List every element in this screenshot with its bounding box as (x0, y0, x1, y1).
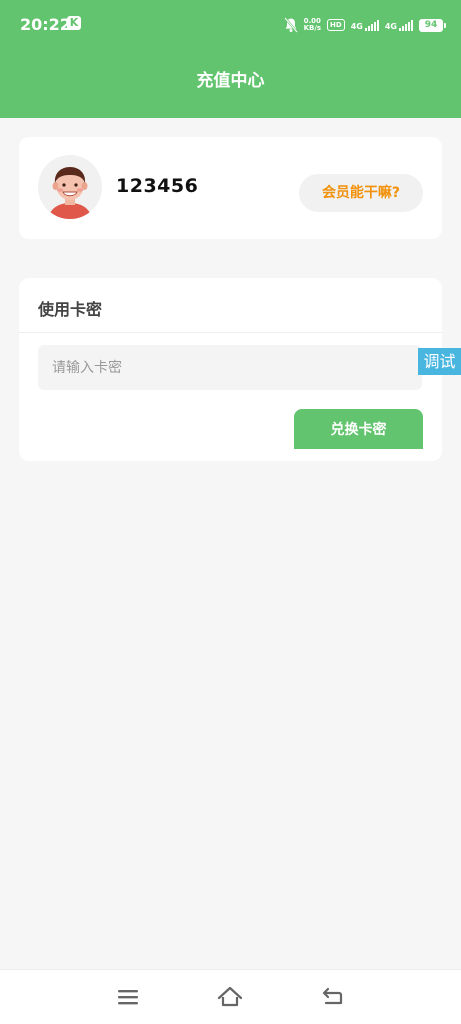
redeem-card: 使用卡密 兑换卡密 (19, 278, 442, 461)
back-icon[interactable] (320, 984, 346, 1010)
card-code-input[interactable] (38, 345, 422, 390)
sim1-signal: 4G (351, 19, 379, 31)
battery-icon: 94 (419, 18, 446, 32)
status-bar: 20:22 K 0.00 KB/s HD 4G 4G 94 (0, 0, 461, 50)
vip-benefits-button[interactable]: 会员能干嘛? (299, 174, 423, 212)
profile-card: 123456 会员能干嘛? (19, 137, 442, 239)
app-notification-icon: K (67, 16, 81, 30)
sim2-label: 4G (384, 22, 397, 31)
redeem-card-title: 使用卡密 (38, 300, 103, 319)
speed-unit: KB/s (303, 24, 322, 32)
divider (19, 332, 442, 333)
username: 123456 (116, 175, 199, 197)
signal-bars-icon (364, 19, 379, 31)
home-icon[interactable] (217, 984, 243, 1010)
page-title: 充值中心 (196, 71, 265, 91)
bell-muted-icon (283, 17, 298, 33)
sim2-signal: 4G (385, 19, 413, 31)
redeem-button[interactable]: 兑换卡密 (294, 409, 423, 449)
system-nav-bar (0, 969, 461, 1024)
status-time: 20:22 (20, 15, 71, 34)
status-icons: 0.00 KB/s HD 4G 4G 94 (283, 16, 446, 34)
signal-bars-icon (399, 19, 413, 31)
debug-button[interactable]: 调试 (418, 348, 461, 375)
header-bar: 20:22 K 0.00 KB/s HD 4G 4G 94 充值中心 (0, 0, 461, 118)
network-speed: 0.00 KB/s (304, 18, 321, 32)
menu-icon[interactable] (115, 984, 141, 1010)
hd-icon: HD (327, 19, 345, 31)
sim1-label: 4G (350, 22, 363, 31)
avatar-illustration (38, 155, 102, 219)
avatar[interactable] (38, 155, 102, 219)
